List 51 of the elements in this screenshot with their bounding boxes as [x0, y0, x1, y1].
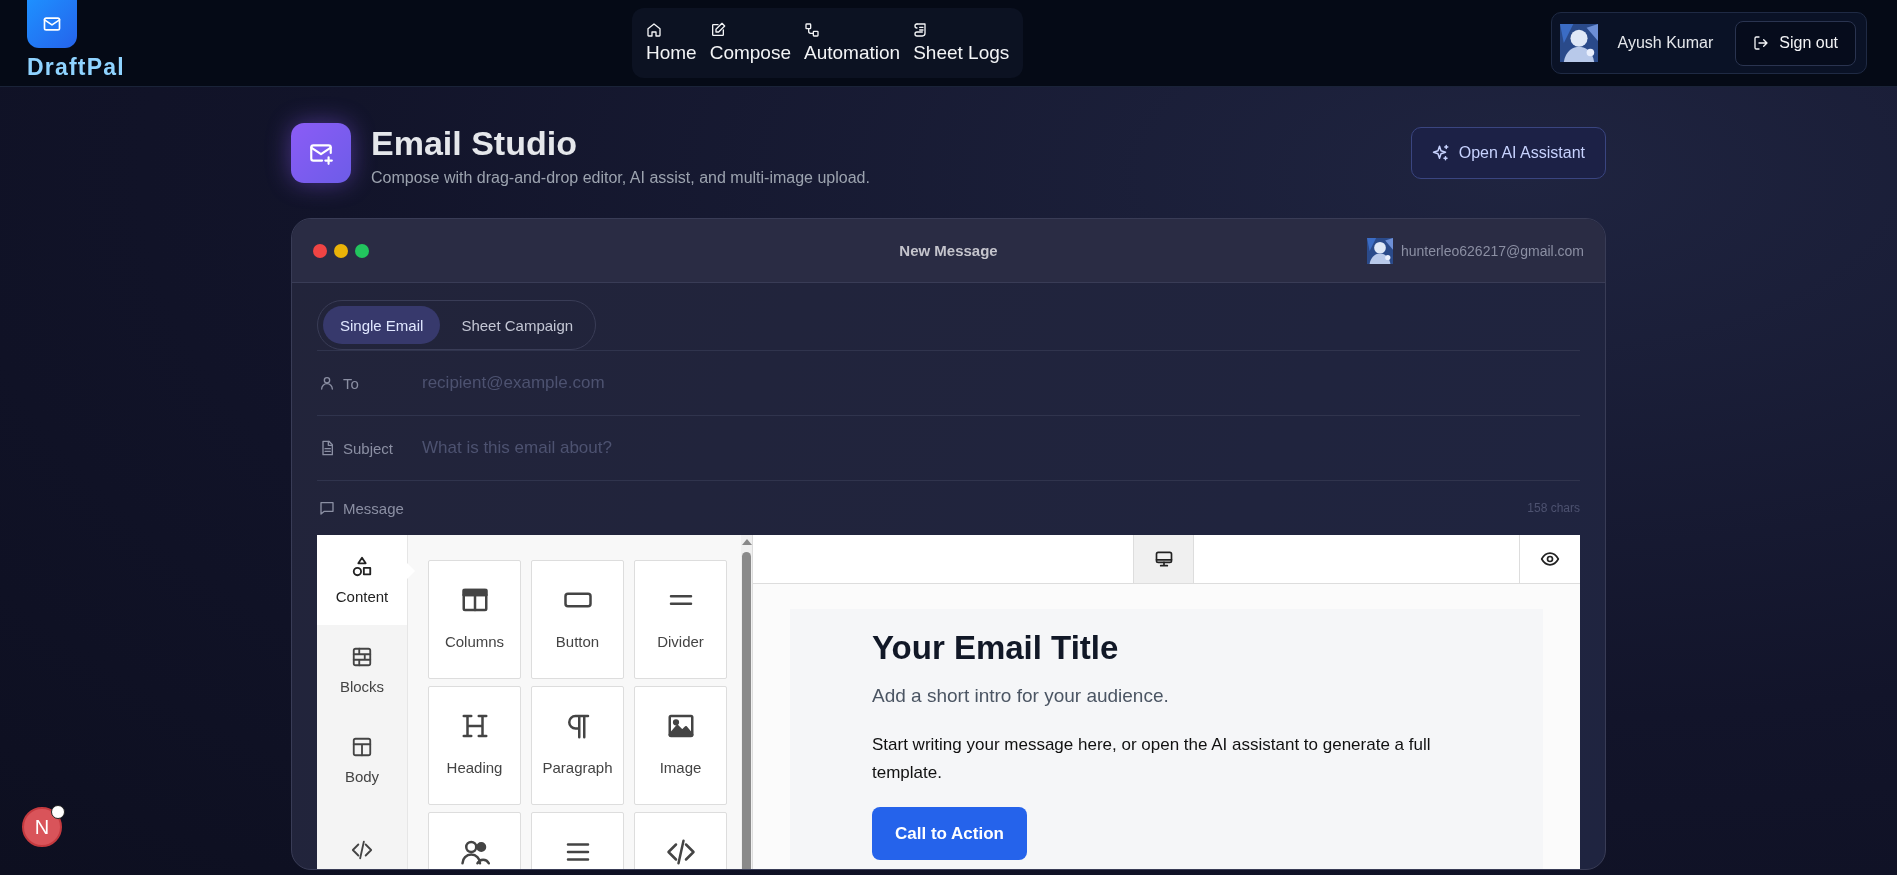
user-name: Ayush Kumar: [1617, 34, 1714, 52]
account-email: hunterleo626217@gmail.com: [1400, 242, 1584, 259]
call-to-action-button[interactable]: Call to Action: [872, 807, 1027, 860]
person-icon: [319, 375, 335, 391]
chat-bubble-icon: [319, 500, 335, 516]
shapes-icon: [351, 555, 373, 578]
email-paragraph: Start writing your message here, or open the AI assistant to generate a full template.: [872, 734, 1432, 784]
layout-icon: [351, 735, 373, 758]
nav-link[interactable]: Sheet Logs: [913, 22, 1010, 64]
editor-tab[interactable]: Body: [317, 715, 407, 805]
mail-icon: [42, 14, 62, 34]
tool-tile[interactable]: Divider: [634, 560, 727, 679]
maximize-dot: [355, 243, 369, 258]
editor-tab[interactable]: Blocks: [317, 625, 407, 715]
field-label: To: [317, 374, 420, 392]
tool-tile[interactable]: Image: [634, 686, 727, 805]
code-icon: [665, 837, 696, 867]
page-subtitle: Compose with drag-and-drop editor, AI assist, and multi-image upload.: [371, 169, 870, 187]
ai-assistant-button[interactable]: Open AI Assistant: [1410, 127, 1606, 179]
nodes-icon: [804, 22, 820, 38]
document-icon: [319, 440, 335, 456]
nav-link[interactable]: Home: [646, 22, 697, 64]
tool-tile[interactable]: Paragraph: [531, 686, 624, 805]
eye-icon: [1540, 549, 1560, 569]
nav-link[interactable]: Automation: [804, 22, 901, 64]
monitor-button[interactable]: [1133, 535, 1194, 583]
sign-out-button[interactable]: Sign out: [1735, 20, 1856, 66]
tool-tile[interactable]: Button: [531, 560, 624, 679]
tool-tile[interactable]: Heading: [428, 686, 521, 805]
house-icon: [646, 22, 662, 38]
sign-out-icon: [1753, 35, 1770, 51]
email-title: Your Email Title: [872, 629, 1120, 667]
page-title: Email Studio: [371, 123, 578, 163]
pencil-square-icon: [709, 22, 726, 38]
field-label: Message: [317, 499, 420, 517]
minimize-dot: [334, 243, 348, 258]
monitor-icon: [1153, 549, 1174, 569]
sparkles-icon: [1431, 144, 1450, 162]
brick-wall-icon: [351, 645, 373, 668]
code-icon: [351, 839, 373, 861]
tool-tile[interactable]: Columns: [428, 560, 521, 679]
email-intro: Add a short intro for your audience.: [872, 685, 1170, 707]
field-label: Subject: [317, 439, 420, 457]
mode-tab[interactable]: Single Email: [323, 306, 441, 344]
nav-link[interactable]: Compose: [709, 22, 791, 64]
window-title: New Message: [899, 242, 998, 259]
dev-tools-button[interactable]: N: [22, 807, 62, 847]
status-dot: [51, 805, 65, 819]
close-dot: [313, 243, 327, 258]
mode-tab[interactable]: Sheet Campaign: [444, 306, 591, 344]
brand-name: DraftPal: [27, 54, 125, 81]
